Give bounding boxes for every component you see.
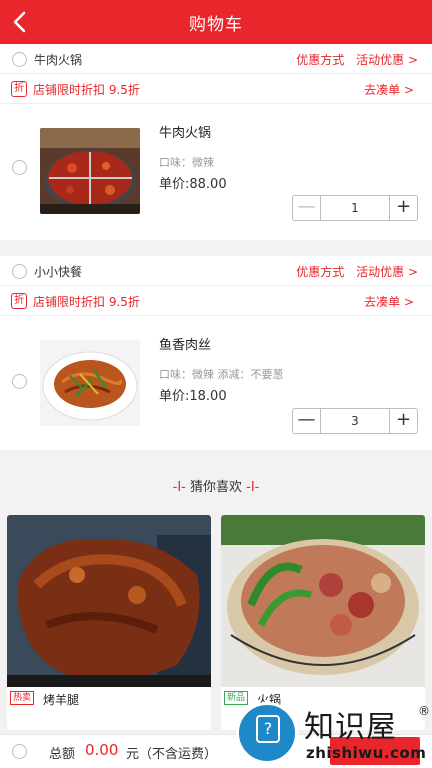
promo-text: 店铺限时折扣 9.5折	[33, 83, 140, 97]
decrease-button[interactable]: —	[293, 196, 321, 220]
shop-header: 小小快餐 优惠方式 活动优惠 >	[0, 256, 432, 286]
hotpot-dish-image	[221, 515, 425, 687]
hot-sale-badge: 热卖	[10, 691, 35, 705]
shop-name: 小小快餐	[34, 265, 83, 279]
item-price: 单价:18.00	[159, 389, 227, 404]
promo-row: 折 店铺限时折扣 9.5折 去凑单 >	[0, 286, 432, 316]
shop-card: 牛肉火锅 优惠方式 活动优惠 > 折 店铺限时折扣 9.5折 去凑单 > 牛肉火…	[0, 44, 432, 240]
add-on-order-link[interactable]: 去凑单 >	[364, 81, 414, 98]
quantity-value[interactable]: 1	[321, 196, 389, 220]
shredded-pork-image	[40, 340, 140, 426]
recommend-title: 猜你喜欢	[189, 480, 242, 495]
quantity-stepper: — 1 +	[292, 195, 418, 221]
item-select-radio[interactable]	[12, 160, 27, 175]
top-bar: 购物车	[0, 0, 432, 44]
heading-ornament-left: -Ⅰ-	[172, 480, 190, 495]
shop-header: 牛肉火锅 优惠方式 活动优惠 >	[0, 44, 432, 74]
recommend-heading: -Ⅰ- 猜你喜欢 -Ⅰ-	[0, 476, 432, 495]
page-title: 购物车	[189, 15, 243, 35]
total-unit: 元（不含运费）	[126, 747, 218, 762]
quantity-value[interactable]: 3	[321, 409, 389, 433]
item-name: 牛肉火锅	[159, 126, 212, 141]
watermark: ? 知识屋 ® zhishiwu.com	[232, 700, 432, 768]
increase-button[interactable]: +	[389, 196, 417, 220]
hotpot-image	[40, 128, 140, 214]
promotion-link[interactable]: 活动优惠 >	[356, 265, 418, 279]
shop-links: 优惠方式 活动优惠 >	[288, 263, 418, 280]
increase-button[interactable]: +	[389, 409, 417, 433]
add-on-order-link[interactable]: 去凑单 >	[364, 293, 414, 310]
item-select-radio[interactable]	[12, 374, 27, 389]
shop-name: 牛肉火锅	[34, 53, 83, 67]
promo-row: 折 店铺限时折扣 9.5折 去凑单 >	[0, 74, 432, 104]
recommend-name: 烤羊腿	[43, 693, 80, 707]
watermark-brand: 知识屋	[304, 710, 397, 745]
select-all-radio[interactable]	[12, 744, 27, 759]
recommend-card[interactable]: 热卖 烤羊腿	[7, 515, 211, 730]
total-value: 0.00	[85, 741, 119, 759]
shop-card: 小小快餐 优惠方式 活动优惠 > 折 店铺限时折扣 9.5折 去凑单 > 鱼香肉…	[0, 256, 432, 450]
discount-icon: 折	[11, 81, 27, 97]
item-name: 鱼香肉丝	[159, 338, 212, 353]
shop-links: 优惠方式 活动优惠 >	[288, 51, 418, 68]
shop-select-radio[interactable]	[12, 264, 27, 279]
discount-icon: 折	[11, 293, 27, 309]
watermark-domain: zhishiwu.com	[306, 744, 427, 762]
discount-method-link[interactable]: 优惠方式	[296, 265, 344, 279]
watermark-registered: ®	[418, 704, 430, 718]
promotion-link[interactable]: 活动优惠 >	[356, 53, 418, 67]
shop-select-radio[interactable]	[12, 52, 27, 67]
discount-method-link[interactable]: 优惠方式	[296, 53, 344, 67]
cart-item: 鱼香肉丝 口味：微辣 添减：不要葱 单价:18.00 — 3 +	[0, 316, 432, 446]
decrease-button[interactable]: —	[293, 409, 321, 433]
recommend-card[interactable]: 新品 火锅	[221, 515, 425, 730]
cart-item: 牛肉火锅 口味：微辣 单价:88.00 — 1 +	[0, 104, 432, 234]
item-price: 单价:88.00	[159, 177, 227, 192]
promo-text: 店铺限时折扣 9.5折	[33, 295, 140, 309]
heading-ornament-right: -Ⅰ-	[246, 480, 260, 495]
roast-lamb-leg-image	[7, 515, 211, 687]
quantity-stepper: — 3 +	[292, 408, 418, 434]
watermark-logo-icon: ?	[236, 702, 298, 764]
total-label: 总额	[49, 747, 76, 762]
item-flavor: 口味：微辣 添减：不要葱	[159, 368, 284, 381]
item-flavor: 口味：微辣	[159, 156, 214, 169]
